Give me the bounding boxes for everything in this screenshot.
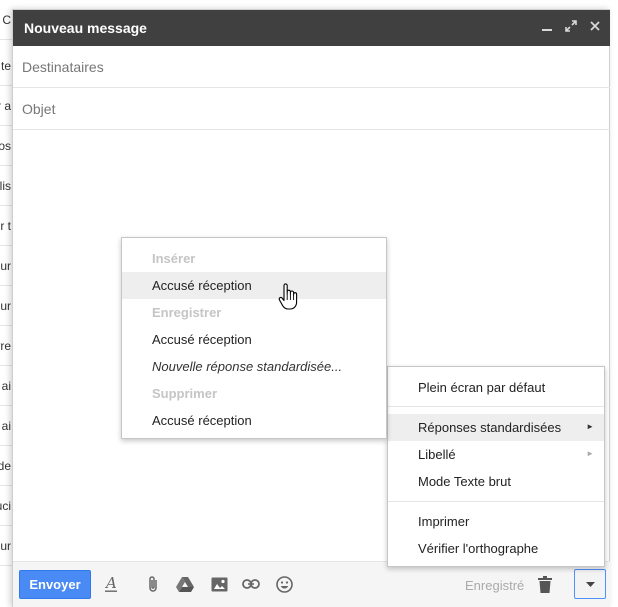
menu-item-print[interactable]: Imprimer <box>388 508 604 535</box>
menu-item-delete-response[interactable]: Accusé réception <box>122 407 386 434</box>
list-item[interactable]: de <box>0 446 12 486</box>
list-item[interactable]: cur <box>0 526 12 566</box>
submenu-arrow-icon: ► <box>586 449 594 458</box>
menu-item-canned-responses[interactable]: Réponses standardisées ► <box>388 414 604 441</box>
list-item[interactable]: y C <box>0 0 12 40</box>
recipients-placeholder: Destinataires <box>22 59 104 75</box>
more-options-button[interactable] <box>574 569 606 599</box>
svg-text:A: A <box>104 575 117 592</box>
list-item[interactable]: ai <box>0 366 12 406</box>
list-item[interactable]: vre <box>0 326 12 366</box>
link-icon[interactable] <box>240 573 262 595</box>
photo-icon[interactable] <box>208 573 230 595</box>
list-item[interactable]: r t <box>0 206 12 246</box>
menu-item-fullscreen-default[interactable]: Plein écran par défaut <box>388 374 604 401</box>
menu-item-label[interactable]: Libellé ► <box>388 441 604 468</box>
list-item[interactable]: olis <box>0 166 12 206</box>
text-format-icon[interactable]: A <box>100 573 122 595</box>
list-item[interactable]: te <box>0 46 12 86</box>
list-item[interactable]: r a <box>0 86 12 126</box>
recipients-field[interactable]: Destinataires <box>13 46 610 88</box>
list-item[interactable]: ur <box>0 246 12 286</box>
list-item[interactable]: uci <box>0 486 12 526</box>
menu-divider <box>388 406 604 407</box>
menu-item-new-response[interactable]: Nouvelle réponse standardisée... <box>122 353 386 380</box>
canned-responses-submenu: Insérer Accusé réception Enregistrer Acc… <box>121 237 387 439</box>
submenu-arrow-icon: ► <box>586 422 594 431</box>
send-button[interactable]: Envoyer <box>19 570 91 599</box>
more-options-menu: Plein écran par défaut Réponses standard… <box>387 366 605 567</box>
saved-status: Enregistré <box>465 578 525 593</box>
menu-item-plain-text[interactable]: Mode Texte brut <box>388 468 604 495</box>
hand-cursor-icon <box>278 283 298 311</box>
menu-item-spellcheck[interactable]: Vérifier l'orthographe <box>388 535 604 562</box>
minimize-icon[interactable] <box>537 18 557 38</box>
compose-toolbar: Envoyer A Enregistré <box>13 561 610 607</box>
emoji-icon[interactable] <box>273 573 295 595</box>
expand-icon[interactable] <box>561 18 581 38</box>
subject-field[interactable]: Objet <box>13 88 610 130</box>
menu-item-save-response[interactable]: Accusé réception <box>122 326 386 353</box>
trash-icon[interactable] <box>534 573 556 595</box>
chevron-down-icon <box>585 581 595 587</box>
menu-item-insert-response[interactable]: Accusé réception <box>122 272 386 299</box>
close-icon[interactable] <box>585 18 605 38</box>
menu-divider <box>388 501 604 502</box>
compose-titlebar[interactable]: Nouveau message <box>13 10 610 46</box>
compose-title: Nouveau message <box>24 20 147 36</box>
drive-icon[interactable] <box>174 573 196 595</box>
save-header: Enregistrer <box>152 305 222 320</box>
list-item[interactable]: ai <box>0 406 12 446</box>
list-item[interactable]: ur <box>0 286 12 326</box>
background-inbox-list: y C te r a os olis r t ur ur vre ai ai d… <box>0 0 12 607</box>
attach-icon[interactable] <box>142 573 164 595</box>
subject-placeholder: Objet <box>22 101 56 117</box>
delete-header: Supprimer <box>152 386 218 401</box>
list-item[interactable]: os <box>0 126 12 166</box>
insert-header: Insérer <box>152 251 196 266</box>
